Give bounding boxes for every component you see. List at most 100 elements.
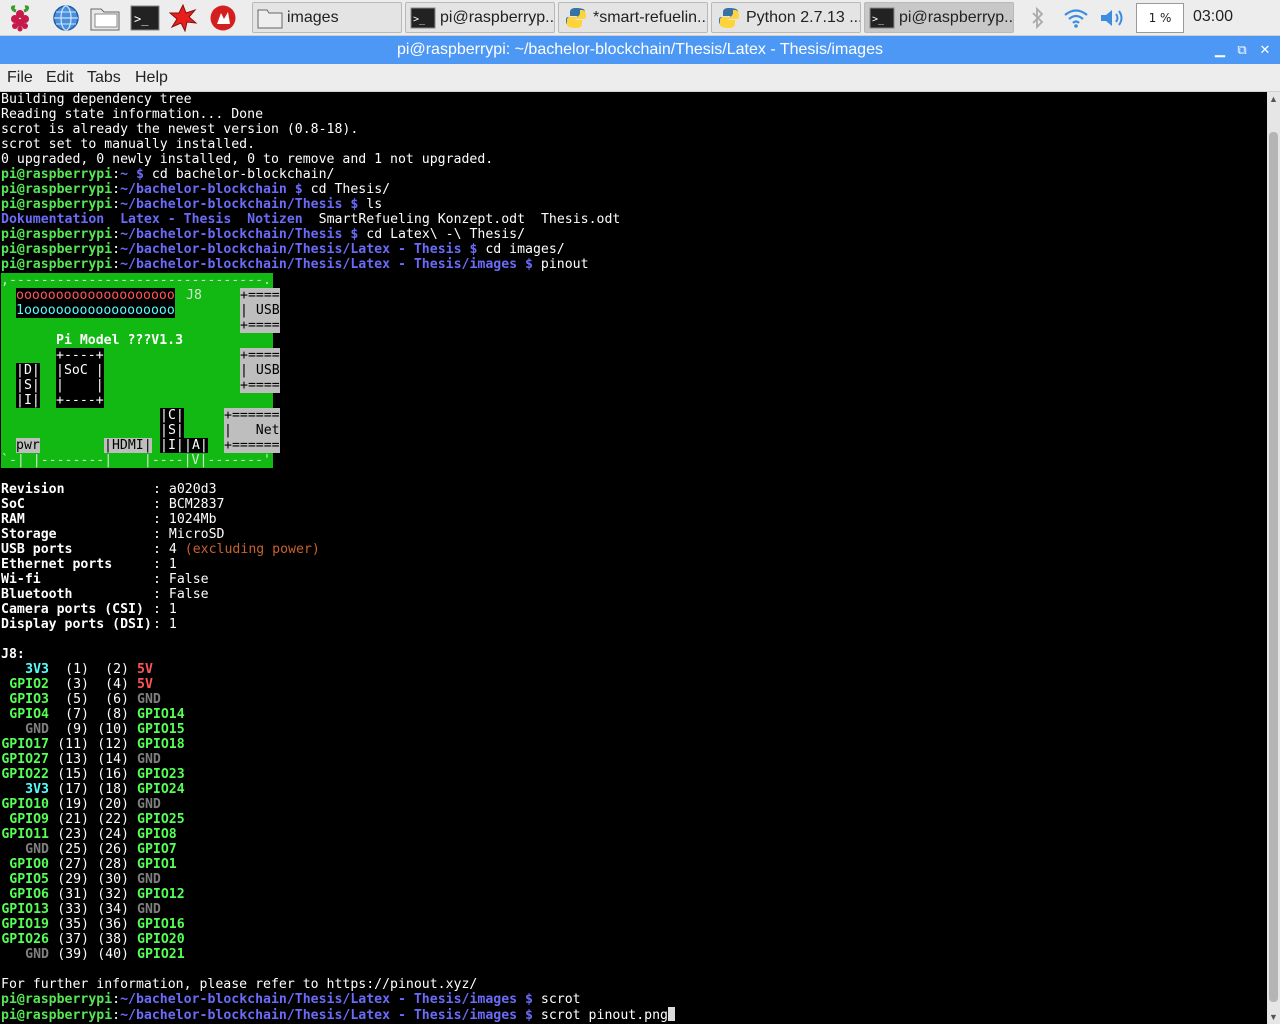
bluetooth-icon[interactable] bbox=[1026, 4, 1050, 32]
volume-icon[interactable] bbox=[1098, 4, 1128, 32]
menu-tabs[interactable]: Tabs bbox=[87, 69, 121, 87]
pin-row: GPIO4 (7) (8) GPIO14 bbox=[1, 707, 184, 722]
scrollbar-thumb[interactable] bbox=[1269, 132, 1278, 1002]
info-row: Storage: MicroSD bbox=[1, 527, 225, 542]
minimize-button[interactable]: ▁ bbox=[1210, 40, 1230, 60]
pin-right-number: (30) bbox=[97, 872, 129, 887]
pin-left-name: GPIO26 bbox=[1, 932, 49, 947]
menubar: File Edit Tabs Help bbox=[0, 64, 1280, 92]
board-top-border: ,--------------------------------. bbox=[1, 273, 271, 288]
prompt-line: pi@raspberrypi:~/bachelor-blockchain/The… bbox=[1, 242, 565, 257]
pin-right-name: GND bbox=[137, 692, 161, 707]
close-button[interactable]: ✕ bbox=[1255, 40, 1275, 60]
task-terminal-2[interactable]: >_ pi@raspberryp... bbox=[864, 2, 1014, 33]
pi-model-label: Pi Model ???V1.3 bbox=[56, 333, 184, 348]
pin-right-number: (12) bbox=[97, 737, 129, 752]
pin-right-number: (10) bbox=[97, 722, 129, 737]
usb-port-2-bottom: +==== bbox=[240, 378, 280, 393]
pin-right-name: 5V bbox=[137, 677, 153, 692]
task-python-editor[interactable]: *smart-refuelin... bbox=[558, 2, 708, 33]
info-row: Ethernet ports: 1 bbox=[1, 557, 177, 572]
task-python-shell[interactable]: Python 2.7.13 ... bbox=[711, 2, 861, 33]
maximize-button[interactable]: ⧉ bbox=[1232, 40, 1252, 60]
pin-left-name: GPIO0 bbox=[9, 857, 49, 872]
pin-row: GPIO3 (5) (6) GND bbox=[1, 692, 161, 707]
pin-row: GND (39) (40) GPIO21 bbox=[1, 947, 184, 962]
prompt-line: pi@raspberrypi:~ $ cd bachelor-blockchai… bbox=[1, 167, 335, 182]
usb-port-2-label: | USB bbox=[240, 363, 280, 378]
pin-row: GPIO19 (35) (36) GPIO16 bbox=[1, 917, 184, 932]
pin-left-name: GPIO3 bbox=[9, 692, 49, 707]
info-row: Display ports (DSI): 1 bbox=[1, 617, 177, 632]
output-line: Building dependency tree bbox=[1, 92, 192, 107]
menu-file[interactable]: File bbox=[7, 69, 33, 87]
info-row: USB ports: 4 (excluding power) bbox=[1, 542, 320, 557]
window-titlebar[interactable]: pi@raspberrypi: ~/bachelor-blockchain/Th… bbox=[0, 36, 1280, 64]
ethernet-port-bottom: +====== bbox=[224, 438, 280, 453]
soc-chip-label: |SoC | bbox=[56, 363, 104, 378]
info-row: Camera ports (CSI) : 1 bbox=[1, 602, 177, 617]
pin-left-name: GPIO4 bbox=[9, 707, 49, 722]
hdmi-port-label: |HDMI| bbox=[104, 438, 152, 453]
usb-port-1-label: | USB bbox=[240, 303, 280, 318]
taskbar: >_ images >_ pi@raspberryp... *smart-ref… bbox=[0, 0, 1280, 36]
menu-edit[interactable]: Edit bbox=[46, 69, 74, 87]
gpio-header-row2: 1ooooooooooooooooooo bbox=[16, 303, 175, 318]
task-label: pi@raspberryp... bbox=[899, 8, 1014, 26]
pin-left-name: GPIO11 bbox=[1, 827, 49, 842]
pin-left-name: GPIO9 bbox=[9, 812, 49, 827]
ethernet-port-top: +====== bbox=[224, 408, 280, 423]
pin-left-number: (25) bbox=[57, 842, 89, 857]
task-label: *smart-refuelin... bbox=[593, 8, 708, 26]
pin-right-name: 5V bbox=[137, 662, 153, 677]
prompt-line-current[interactable]: pi@raspberrypi:~/bachelor-blockchain/The… bbox=[1, 1007, 675, 1023]
pin-right-name: GPIO23 bbox=[137, 767, 185, 782]
output-line: scrot set to manually installed. bbox=[1, 137, 256, 152]
task-images[interactable]: images bbox=[252, 2, 402, 33]
pin-right-name: GPIO25 bbox=[137, 812, 185, 827]
scroll-up-arrow-icon[interactable]: ▲ bbox=[1267, 92, 1280, 106]
pin-row: 3V3 (1) (2) 5V bbox=[1, 662, 153, 677]
terminal-scrollbar[interactable]: ▲ ▼ bbox=[1267, 92, 1280, 1024]
cpu-monitor[interactable]: 1 % bbox=[1136, 3, 1184, 33]
prompt-line: pi@raspberrypi:~/bachelor-blockchain $ c… bbox=[1, 182, 391, 197]
clock[interactable]: 03:00 bbox=[1193, 8, 1233, 26]
j8-label: J8 bbox=[186, 288, 202, 303]
terminal-output[interactable]: Building dependency tree Reading state i… bbox=[0, 92, 1267, 1024]
web-browser-icon[interactable] bbox=[51, 3, 81, 33]
scroll-down-arrow-icon[interactable]: ▼ bbox=[1267, 1010, 1280, 1024]
mathematica-icon[interactable] bbox=[168, 3, 198, 33]
wifi-icon[interactable] bbox=[1062, 4, 1090, 32]
pin-right-name: GPIO15 bbox=[137, 722, 185, 737]
terminal-icon[interactable]: >_ bbox=[130, 3, 160, 33]
pin-right-number: (40) bbox=[97, 947, 129, 962]
dsi-port-d: |D| bbox=[16, 363, 40, 378]
pin-row: GPIO2 (3) (4) 5V bbox=[1, 677, 153, 692]
pin-right-number: (18) bbox=[97, 782, 129, 797]
gpio-header-row1: oooooooooooooooooooo bbox=[16, 288, 175, 303]
output-line: 0 upgraded, 0 newly installed, 0 to remo… bbox=[1, 152, 494, 167]
pin-row: 3V3 (17) (18) GPIO24 bbox=[1, 782, 185, 797]
info-row: Wi-fi: False bbox=[1, 572, 209, 587]
pin-row: GND (25) (26) GPIO7 bbox=[1, 842, 177, 857]
task-terminal-1[interactable]: >_ pi@raspberryp... bbox=[405, 2, 555, 33]
pin-left-number: (37) bbox=[57, 932, 89, 947]
pin-left-number: (11) bbox=[57, 737, 89, 752]
svg-text:>_: >_ bbox=[134, 12, 149, 26]
pin-right-number: (6) bbox=[105, 692, 129, 707]
pin-right-name: GPIO8 bbox=[137, 827, 177, 842]
pin-right-name: GPIO24 bbox=[137, 782, 185, 797]
pin-right-number: (32) bbox=[97, 887, 129, 902]
python-icon bbox=[563, 6, 589, 30]
info-row: RAM: 1024Mb bbox=[1, 512, 217, 527]
wolfram-icon[interactable] bbox=[208, 3, 238, 33]
menu-help[interactable]: Help bbox=[135, 69, 168, 87]
raspberry-menu-icon[interactable] bbox=[5, 3, 35, 33]
file-manager-icon[interactable] bbox=[90, 3, 120, 33]
pin-left-name: 3V3 bbox=[25, 662, 49, 677]
prompt-line: pi@raspberrypi:~/bachelor-blockchain/The… bbox=[1, 197, 383, 212]
pin-left-name: GPIO5 bbox=[9, 872, 49, 887]
pin-row: GPIO17 (11) (12) GPIO18 bbox=[1, 737, 184, 752]
pin-left-number: (39) bbox=[57, 947, 89, 962]
pin-left-number: (7) bbox=[65, 707, 89, 722]
